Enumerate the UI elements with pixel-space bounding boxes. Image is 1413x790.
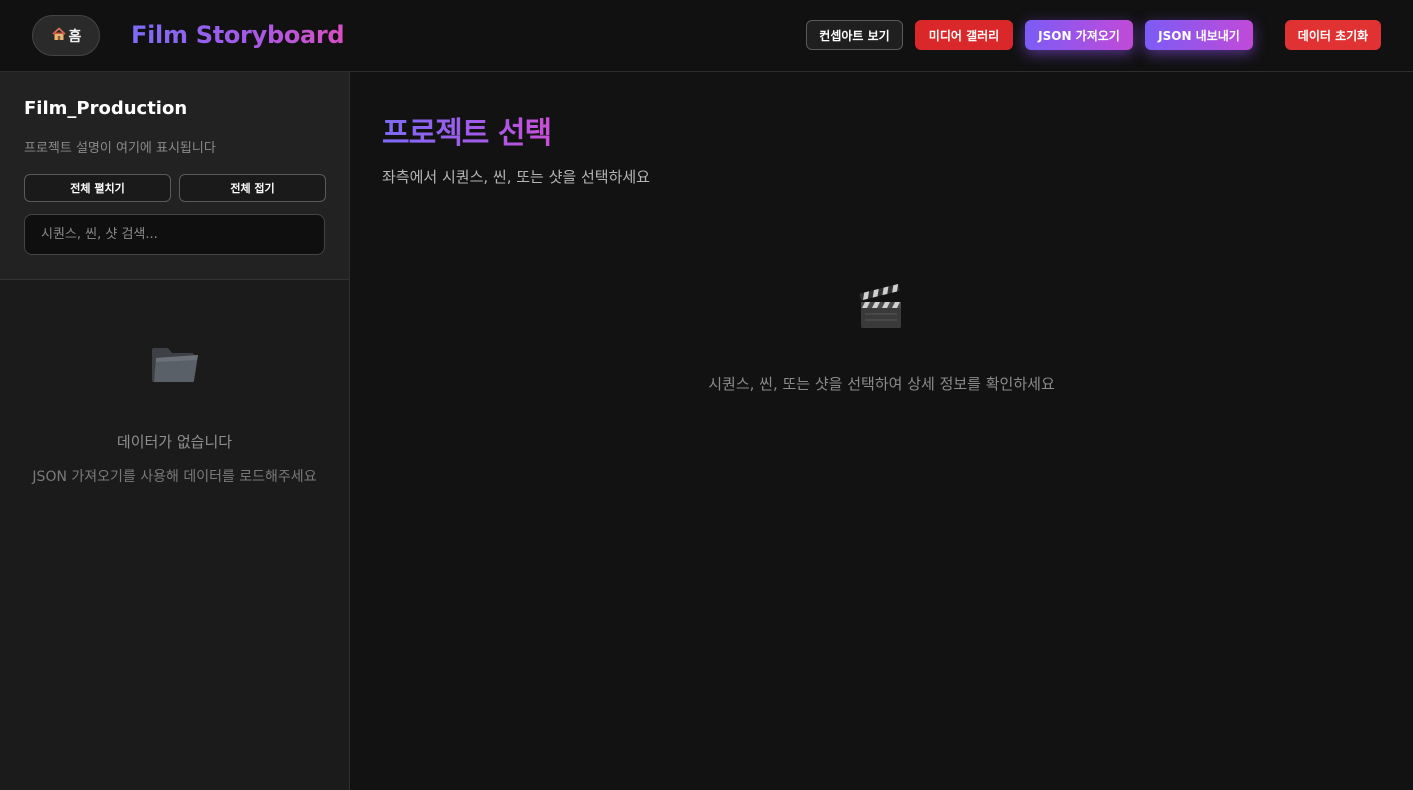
json-export-button[interactable]: JSON 내보내기 (1145, 20, 1253, 50)
media-gallery-button[interactable]: 미디어 갤러리 (915, 20, 1013, 50)
home-button[interactable]: 홈 (32, 15, 100, 56)
empty-state-title: 데이터가 없습니다 (116, 433, 233, 451)
project-name: Film_Production (24, 98, 188, 119)
sidebar-project-panel: Film_Production 프로젝트 설명이 여기에 표시됩니다 전체 펼치… (0, 72, 349, 280)
project-description: 프로젝트 설명이 여기에 표시됩니다 (24, 141, 216, 156)
folder-icon (148, 340, 200, 386)
clapperboard-icon (857, 284, 905, 330)
main-panel: 프로젝트 선택 좌측에서 시퀀스, 씬, 또는 샷을 선택하세요 시퀀스, 씬,… (350, 72, 1413, 790)
page-title: 프로젝트 선택 (382, 108, 552, 152)
sidebar: Film_Production 프로젝트 설명이 여기에 표시됩니다 전체 펼치… (0, 72, 350, 790)
expand-all-button[interactable]: 전체 펼치기 (24, 174, 171, 202)
home-label: 홈 (68, 28, 82, 45)
selection-hint: 시퀀스, 씬, 또는 샷을 선택하여 상세 정보를 확인하세요 (708, 375, 1055, 393)
search-input[interactable] (24, 214, 325, 255)
reset-data-button[interactable]: 데이터 초기화 (1285, 20, 1381, 50)
app-title: Film Storyboard (131, 18, 345, 52)
collapse-all-button[interactable]: 전체 접기 (179, 174, 326, 202)
page-subtitle: 좌측에서 시퀀스, 씬, 또는 샷을 선택하세요 (382, 168, 650, 186)
json-import-button[interactable]: JSON 가져오기 (1025, 20, 1133, 50)
concept-art-button[interactable]: 컨셉아트 보기 (806, 20, 903, 50)
empty-state-subtitle: JSON 가져오기를 사용해 데이터를 로드해주세요 (32, 469, 317, 485)
app-header: 홈 Film Storyboard 컨셉아트 보기 미디어 갤러리 JSON 가… (0, 0, 1413, 72)
house-icon (51, 26, 67, 46)
